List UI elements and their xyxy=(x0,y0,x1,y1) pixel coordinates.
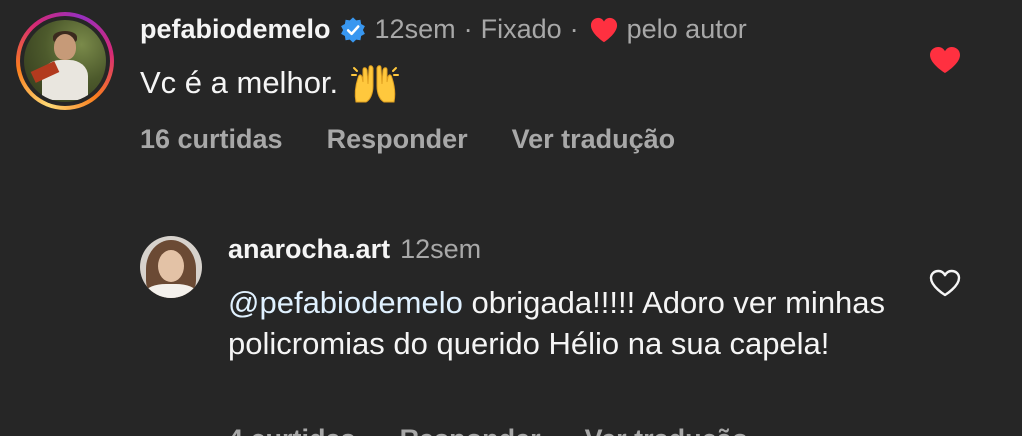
avatar-gap xyxy=(20,16,110,106)
reply-username[interactable]: anarocha.art xyxy=(228,234,390,265)
comment-thread: pefabiodemelo 12sem · Fixado · pelo auto… xyxy=(0,0,1022,436)
verified-badge-icon xyxy=(340,16,365,43)
reply-header: anarocha.art 12sem xyxy=(228,234,481,265)
separator: · xyxy=(569,14,579,44)
story-ring-avatar[interactable] xyxy=(16,12,114,110)
reply-button[interactable]: Responder xyxy=(327,124,468,155)
reply-like-heart-outline-icon[interactable] xyxy=(928,268,962,298)
reply-see-translation-button[interactable]: Ver tradução xyxy=(585,424,749,436)
raising-hands-emoji-icon xyxy=(351,65,400,103)
reply-avatar[interactable] xyxy=(140,236,202,298)
liked-by-author-label: pelo autor xyxy=(626,14,747,44)
avatar xyxy=(24,20,106,102)
separator: · xyxy=(463,14,473,44)
comment-body: Vc é a melhor. xyxy=(140,62,400,104)
reply-time: 12sem xyxy=(400,234,482,264)
mention-link[interactable]: @pefabiodemelo xyxy=(228,285,463,320)
reply-actions: 4 curtidas Responder Ver tradução xyxy=(228,424,748,436)
pinned-label: Fixado xyxy=(480,14,562,44)
comment-username[interactable]: pefabiodemelo xyxy=(140,14,331,45)
likes-count-link[interactable]: 16 curtidas xyxy=(140,124,283,155)
see-translation-button[interactable]: Ver tradução xyxy=(512,124,676,155)
comment-like-heart-icon[interactable] xyxy=(928,45,962,75)
comment-actions: 16 curtidas Responder Ver tradução xyxy=(140,124,675,155)
reply-reply-button[interactable]: Responder xyxy=(400,424,541,436)
comment-header: pefabiodemelo 12sem · Fixado · pelo auto… xyxy=(140,14,747,45)
author-heart-icon xyxy=(590,17,617,42)
comment-text: Vc é a melhor. xyxy=(140,65,339,100)
comment-time: 12sem xyxy=(374,14,456,44)
reply-body: @pefabiodemelo obrigada!!!!! Adoro ver m… xyxy=(228,282,908,364)
reply-likes-count-link[interactable]: 4 curtidas xyxy=(228,424,356,436)
